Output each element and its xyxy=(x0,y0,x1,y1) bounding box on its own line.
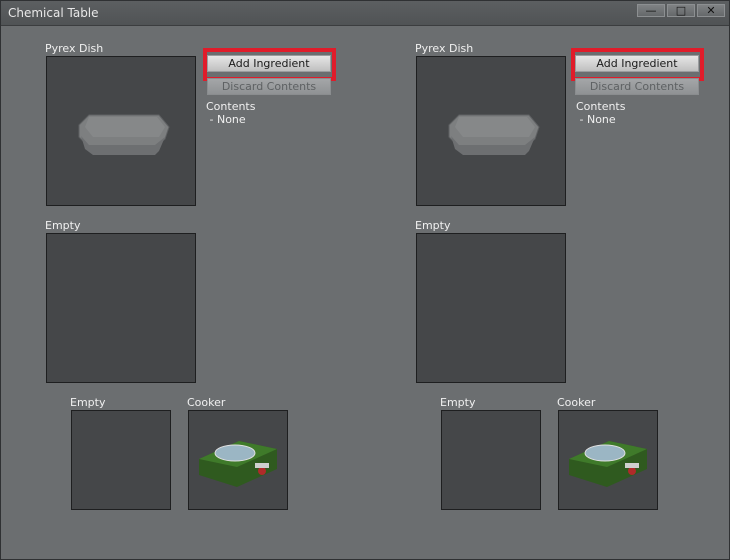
cooker-icon xyxy=(569,441,647,487)
window-title: Chemical Table xyxy=(8,6,99,20)
slot-label: Empty xyxy=(415,219,451,232)
discard-contents-button[interactable]: Discard Contents xyxy=(207,78,331,95)
add-ingredient-button[interactable]: Add Ingredient xyxy=(207,55,331,72)
empty-slot[interactable] xyxy=(441,410,541,510)
contents-value: - None xyxy=(576,113,616,126)
close-icon: ✕ xyxy=(706,4,716,17)
pyrex-dish-icon xyxy=(448,114,540,155)
slot-label: Empty xyxy=(440,396,476,409)
maximize-button[interactable]: □ xyxy=(667,4,695,17)
discard-contents-button[interactable]: Discard Contents xyxy=(575,78,699,95)
slot-label: Empty xyxy=(70,396,106,409)
contents-heading: Contents xyxy=(206,100,256,113)
cooker-slot-label: Cooker xyxy=(187,396,226,409)
empty-slot[interactable] xyxy=(46,233,196,383)
dish-slot-label: Pyrex Dish xyxy=(45,42,104,55)
cooker-slot[interactable] xyxy=(558,410,658,510)
cooker-icon xyxy=(199,441,277,487)
empty-slot[interactable] xyxy=(416,233,566,383)
cooker-slot[interactable] xyxy=(188,410,288,510)
pyrex-dish-slot[interactable] xyxy=(416,56,566,206)
contents-heading: Contents xyxy=(576,100,626,113)
contents-value: - None xyxy=(206,113,246,126)
slot-label: Empty xyxy=(45,219,81,232)
pyrex-dish-icon xyxy=(78,114,170,155)
cooker-slot-label: Cooker xyxy=(557,396,596,409)
dish-slot-label: Pyrex Dish xyxy=(415,42,474,55)
chemical-table-window: Chemical Table — □ ✕ Pyrex Dish Add Ingr… xyxy=(0,0,730,560)
close-button[interactable]: ✕ xyxy=(697,4,725,17)
maximize-icon: □ xyxy=(675,4,687,17)
minimize-button[interactable]: — xyxy=(637,4,665,17)
add-ingredient-button[interactable]: Add Ingredient xyxy=(575,55,699,72)
pyrex-dish-slot[interactable] xyxy=(46,56,196,206)
empty-slot[interactable] xyxy=(71,410,171,510)
minimize-icon: — xyxy=(645,4,657,17)
title-bar[interactable]: Chemical Table — □ ✕ xyxy=(1,1,729,26)
